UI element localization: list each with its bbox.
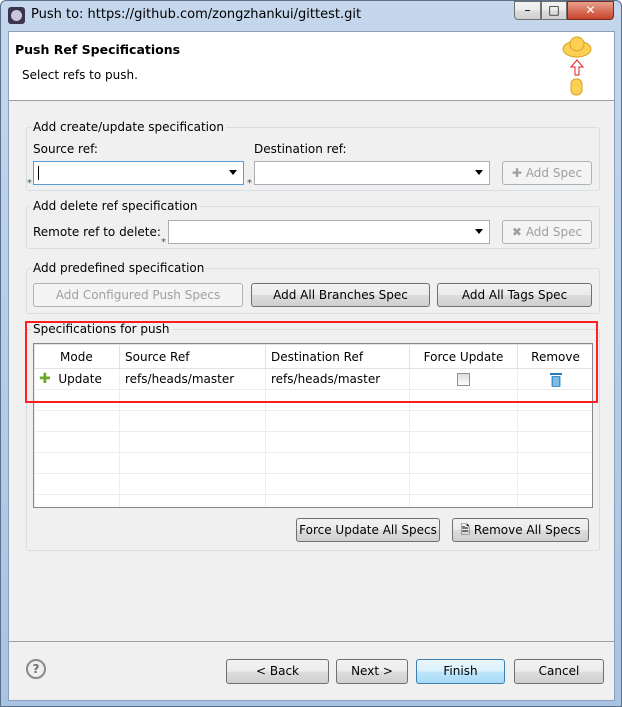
predefined-legend: Add predefined specification [31, 261, 207, 275]
delete-group: Add delete ref specification Remote ref … [26, 199, 600, 249]
window-title: Push to: https://github.com/zongzhankui/… [31, 7, 362, 22]
table-row [34, 431, 592, 453]
add-all-branches-spec-button[interactable]: Add All Branches Spec [251, 283, 430, 307]
help-icon[interactable]: ? [26, 659, 46, 679]
chevron-down-icon [475, 229, 483, 234]
add-all-tags-spec-button[interactable]: Add All Tags Spec [437, 283, 592, 307]
eclipse-icon [8, 7, 25, 24]
table-row [34, 473, 592, 495]
create-legend: Add create/update specification [31, 120, 226, 134]
highlight-annotation [25, 321, 598, 403]
table-row [34, 410, 592, 432]
delete-legend: Add delete ref specification [31, 199, 200, 213]
next-button[interactable]: Next > [336, 659, 408, 684]
required-marker: * [161, 237, 166, 248]
page-title: Push Ref Specifications [15, 42, 181, 57]
required-marker: * [247, 178, 252, 189]
force-update-all-specs-button[interactable]: Force Update All Specs [296, 518, 440, 542]
remove-all-specs-button[interactable]: 🗎 Remove All Specs [452, 518, 589, 542]
remote-ref-combo[interactable] [168, 220, 490, 244]
table-row [34, 452, 592, 474]
table-row [34, 494, 592, 507]
add-delete-spec-button[interactable]: ✖ Add Spec [502, 220, 592, 244]
delete-x-icon: ✖ [511, 225, 522, 239]
add-configured-push-specs-button[interactable]: Add Configured Push Specs [33, 283, 243, 307]
source-ref-combo[interactable] [33, 161, 244, 185]
dialog-window: Push to: https://github.com/zongzhankui/… [0, 0, 622, 707]
close-button[interactable]: ✕ [567, 1, 614, 20]
maximize-button[interactable]: □ [541, 1, 567, 20]
plus-icon: ✚ [511, 166, 522, 180]
chevron-down-icon [475, 170, 483, 175]
dialog-client: Push Ref Specifications Select refs to p… [8, 31, 615, 701]
minimize-button[interactable]: – [514, 1, 541, 20]
dest-ref-label: Destination ref: [254, 142, 347, 156]
back-button[interactable]: < Back [226, 659, 329, 684]
wizard-header: Push Ref Specifications Select refs to p… [9, 32, 614, 101]
predefined-group: Add predefined specification Add Configu… [26, 261, 600, 314]
dest-ref-combo[interactable] [254, 161, 490, 185]
source-ref-label: Source ref: [33, 142, 98, 156]
create-group: Add create/update specification Source r… [26, 120, 600, 191]
add-create-spec-button[interactable]: ✚ Add Spec [502, 161, 592, 185]
required-marker: * [27, 178, 32, 189]
remove-document-icon: 🗎 [460, 523, 471, 537]
remote-ref-label: Remote ref to delete: [33, 225, 161, 239]
cancel-button[interactable]: Cancel [514, 659, 604, 684]
footer-divider [9, 641, 614, 642]
chevron-down-icon [229, 170, 237, 175]
page-subtitle: Select refs to push. [22, 68, 138, 82]
finish-button[interactable]: Finish [416, 659, 505, 684]
push-cloud-icon [562, 36, 592, 96]
